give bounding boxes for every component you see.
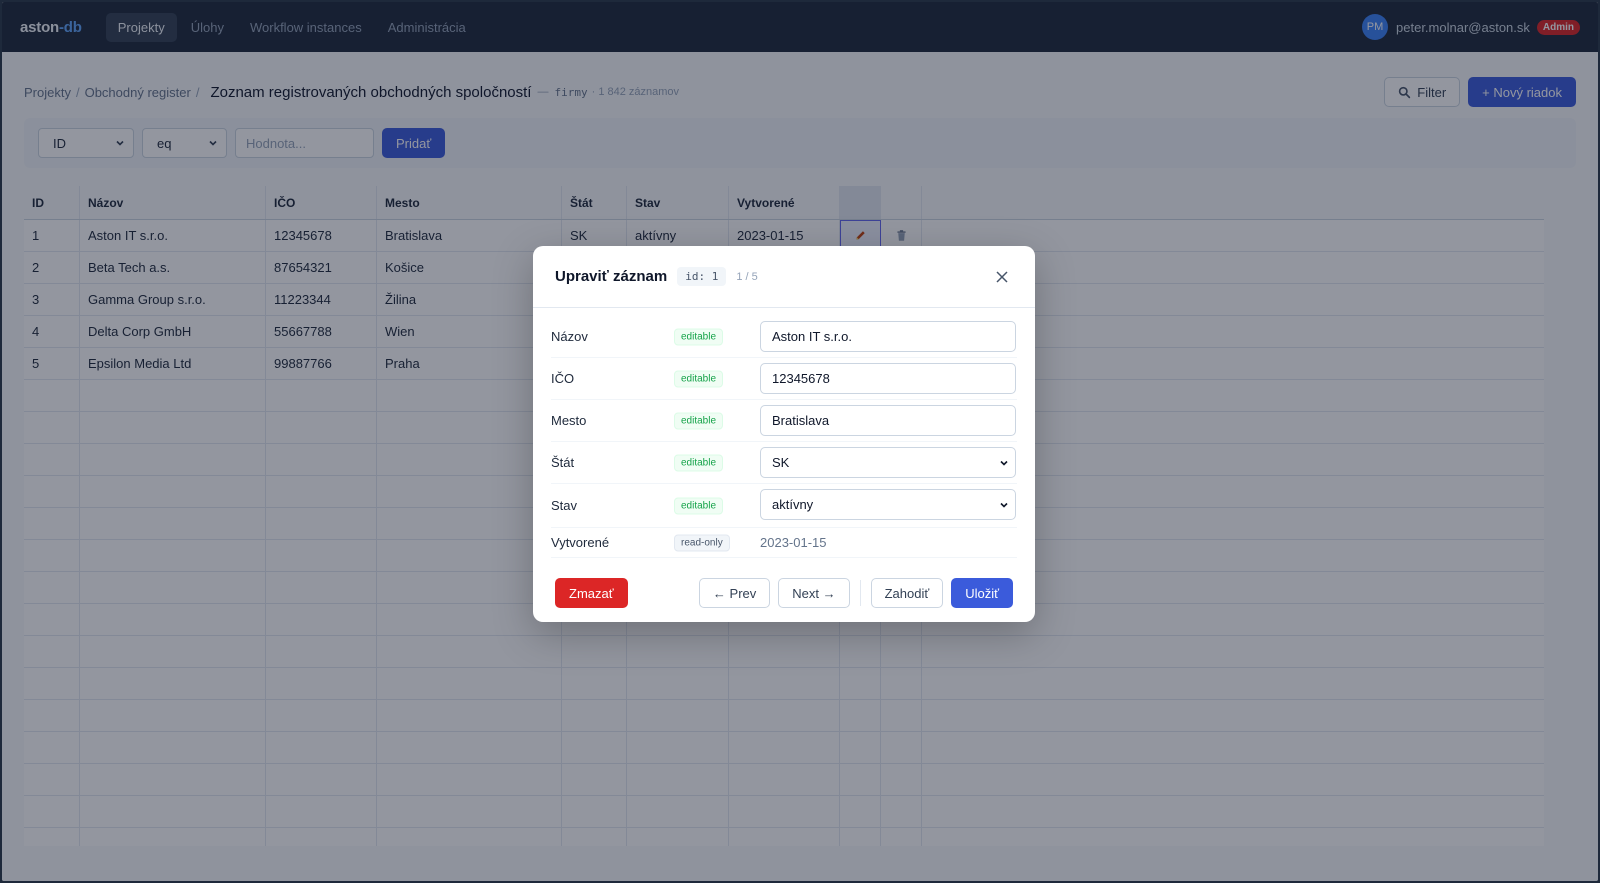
mesto-input[interactable]: Bratislava — [760, 405, 1016, 436]
editable-tag: editable — [674, 412, 724, 429]
vytvorene-value: 2023-01-15 — [760, 535, 827, 550]
next-button[interactable]: Next → — [778, 578, 850, 608]
ico-input[interactable]: 12345678 — [760, 363, 1016, 394]
modal-header: Upraviť záznam id: 1 1 / 5 — [533, 246, 1035, 308]
app-window: aston-db Projekty Úlohy Workflow instanc… — [2, 2, 1598, 881]
field-label: Stav — [551, 498, 578, 513]
footer-divider — [859, 580, 861, 606]
editable-tag: editable — [674, 370, 724, 387]
chevron-down-icon — [1000, 460, 1008, 466]
field-label: Vytvorené — [551, 535, 610, 550]
field-row-ico: IČO editable 12345678 — [551, 358, 1017, 400]
field-row-vytvorene: Vytvorené read-only 2023-01-15 — [551, 528, 1017, 558]
field-label: Štát — [551, 455, 575, 470]
editable-tag: editable — [674, 328, 724, 345]
prev-button[interactable]: ← Prev — [698, 578, 771, 608]
modal-footer: Zmazať ← Prev Next → Zahodiť Uložiť — [555, 578, 1013, 608]
read-only-tag: read-only — [674, 534, 730, 551]
save-button[interactable]: Uložiť — [951, 578, 1013, 608]
nazov-input[interactable]: Aston IT s.r.o. — [760, 321, 1016, 352]
close-icon — [996, 270, 1008, 283]
editable-tag: editable — [674, 454, 724, 471]
field-row-stav: Stav editable aktívny — [551, 484, 1017, 528]
field-label: Mesto — [551, 413, 587, 428]
discard-button[interactable]: Zahodiť — [870, 578, 944, 608]
delete-button[interactable]: Zmazať — [555, 578, 628, 608]
record-position: 1 / 5 — [736, 270, 758, 283]
modal-title: Upraviť záznam — [555, 268, 668, 285]
record-id-badge: id: 1 — [677, 267, 727, 286]
field-row-stat: Štát editable SK — [551, 442, 1017, 484]
field-label: IČO — [551, 371, 575, 386]
field-row-nazov: Názov editable Aston IT s.r.o. — [551, 316, 1017, 358]
chevron-down-icon — [1000, 502, 1008, 508]
field-label: Názov — [551, 329, 588, 344]
stat-select[interactable]: SK — [760, 447, 1016, 478]
field-row-mesto: Mesto editable Bratislava — [551, 400, 1017, 442]
edit-record-modal: Upraviť záznam id: 1 1 / 5 Názov editabl… — [533, 246, 1035, 622]
editable-tag: editable — [674, 497, 724, 514]
stav-select[interactable]: aktívny — [760, 489, 1016, 520]
close-button[interactable] — [991, 266, 1013, 288]
